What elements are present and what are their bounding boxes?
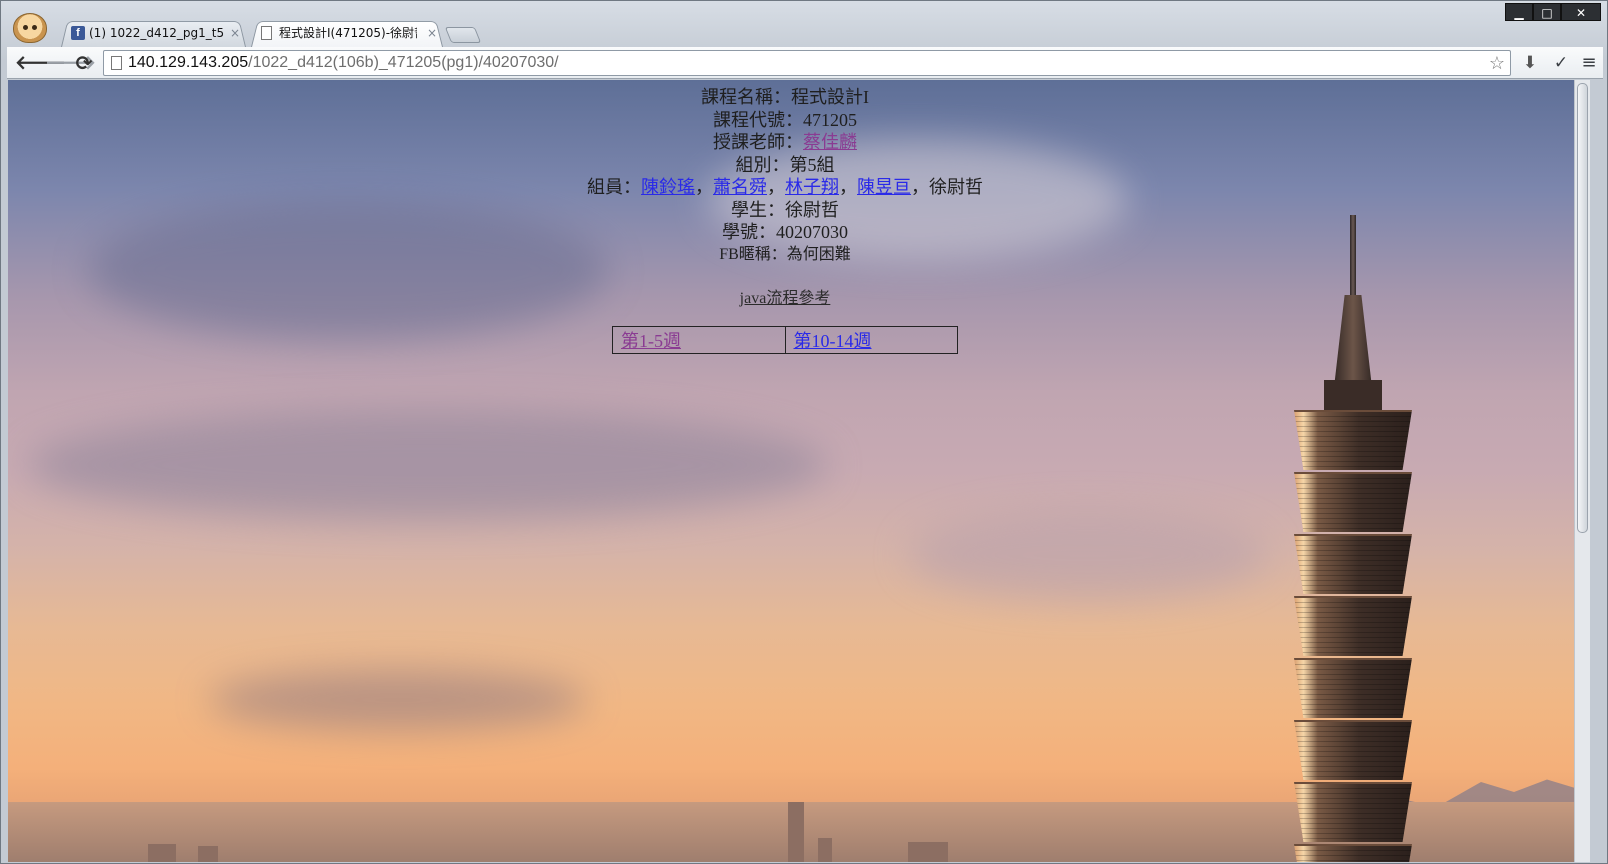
course-code-line: 課程代號：471205 [8, 109, 1562, 132]
background-cloud [208, 670, 588, 730]
week-link-1-5[interactable]: 第1-5週 [621, 331, 681, 351]
fb-nick: 為何困難 [786, 245, 851, 263]
bookmark-star-icon[interactable]: ☆ [1489, 51, 1505, 75]
profile-avatar-icon[interactable] [13, 13, 47, 43]
week-link-10-14[interactable]: 第10-14週 [794, 331, 872, 351]
page-viewport: 課程名稱：程式設計I 課程代號：471205 授課老師：蔡佳麟 組別：第5組 組… [8, 80, 1590, 862]
download-icon[interactable]: ⬇ [1519, 52, 1541, 74]
weeks-table: 第1-5週 第10-14週 [612, 326, 958, 354]
background-cloud [28, 410, 828, 520]
member-link[interactable]: 陳昱亘 [857, 177, 911, 197]
tab-label: 程式設計I(471205)-徐尉哲 [279, 26, 417, 40]
course-name: 程式設計I [791, 87, 869, 107]
group-value: 第5組 [789, 154, 835, 175]
document-icon [261, 26, 272, 40]
member-link[interactable]: 蕭名舜 [713, 177, 767, 197]
tab-label: (1) 1022_d412_pg1_t5 [89, 26, 225, 40]
separator: ， [839, 177, 857, 197]
maximize-button[interactable]: □ [1533, 3, 1561, 21]
background-cloud [908, 510, 1268, 600]
browser-window: f (1) 1022_d412_pg1_t5 × 程式設計I(471205)-徐… [0, 0, 1608, 864]
reload-icon[interactable]: ⟳ [73, 52, 95, 74]
tab-close-icon[interactable]: × [427, 19, 437, 47]
separator: ， [695, 177, 713, 197]
course-info: 課程名稱：程式設計I 課程代號：471205 授課老師：蔡佳麟 組別：第5組 組… [8, 80, 1562, 354]
course-code: 471205 [803, 109, 857, 130]
page-icon [111, 56, 122, 70]
student-id-line: 學號：40207030 [8, 221, 1562, 244]
tab-strip: f (1) 1022_d412_pg1_t5 × 程式設計I(471205)-徐… [1, 1, 1607, 47]
forward-arrow-icon[interactable]: 🡒 [45, 52, 96, 74]
url-host: 140.129.143.205 [128, 54, 249, 71]
course-name-line: 課程名稱：程式設計I [8, 86, 1562, 109]
course-name-label: 課程名稱： [701, 87, 791, 107]
checkmark-icon[interactable]: ✓ [1550, 52, 1572, 74]
member-link[interactable]: 陳鈴瑤 [641, 177, 695, 197]
group-label: 組別： [735, 154, 790, 175]
address-bar[interactable]: 140.129.143.205/1022_d412(106b)_471205(p… [103, 50, 1511, 76]
minimize-button[interactable]: ▁ [1505, 3, 1533, 21]
members-label: 組員： [587, 177, 641, 197]
table-row: 第1-5週 第10-14週 [612, 326, 958, 354]
teacher-label: 授課老師： [713, 132, 803, 152]
table-cell: 第10-14週 [784, 326, 958, 354]
menu-icon[interactable]: ≡ [1578, 52, 1600, 74]
url-path: /1022_d412(106b)_471205(pg1)/40207030/ [248, 54, 559, 71]
members-line: 組員：陳鈴瑤，蕭名舜，林子翔，陳昱亘，徐尉哲 [8, 176, 1562, 199]
student-label: 學生： [731, 199, 785, 220]
tab-course-page[interactable]: 程式設計I(471205)-徐尉哲 × [251, 19, 443, 47]
student-id-label: 學號： [722, 222, 776, 242]
student-id: 40207030 [776, 222, 848, 242]
member-link[interactable]: 林子翔 [785, 177, 839, 197]
vertical-scrollbar[interactable] [1574, 80, 1590, 862]
teacher-line: 授課老師：蔡佳麟 [8, 131, 1562, 154]
fb-nick-label: FB暱稱： [719, 245, 787, 263]
window-controls: ▁ □ ✕ [1505, 3, 1601, 21]
student-line: 學生：徐尉哲 [8, 199, 1562, 222]
close-window-button[interactable]: ✕ [1561, 3, 1601, 21]
course-code-label: 課程代號： [713, 109, 803, 130]
new-tab-button[interactable] [444, 27, 482, 43]
student-name: 徐尉哲 [785, 199, 839, 220]
separator: ， [767, 177, 785, 197]
facebook-icon: f [71, 26, 85, 40]
fb-nick-line: FB暱稱：為何困難 [8, 244, 1562, 267]
table-cell: 第1-5週 [612, 326, 786, 354]
group-line: 組別：第5組 [8, 154, 1562, 177]
back-arrow-icon[interactable]: 🡐 [15, 52, 66, 74]
java-reference-link[interactable]: java流程參考 [740, 284, 831, 308]
browser-toolbar: 🡐 🡒 ⟳ 140.129.143.205/1022_d412(106b)_47… [7, 47, 1603, 79]
member-self: 徐尉哲 [929, 177, 983, 197]
tab-facebook[interactable]: f (1) 1022_d412_pg1_t5 × [61, 19, 246, 47]
separator: ， [911, 177, 929, 197]
scrollbar-thumb[interactable] [1577, 83, 1588, 533]
tab-close-icon[interactable]: × [230, 19, 240, 47]
teacher-link[interactable]: 蔡佳麟 [803, 132, 857, 152]
